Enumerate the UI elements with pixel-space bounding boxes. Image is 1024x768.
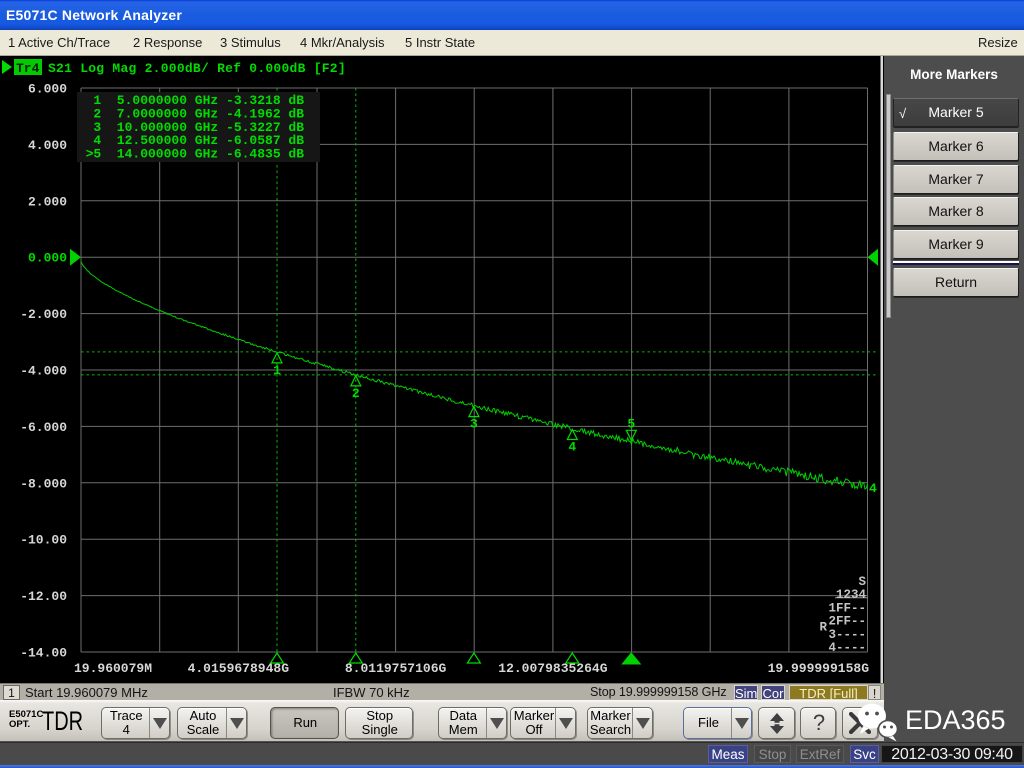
svg-text:4: 4: [568, 440, 576, 455]
svg-text:1FF--: 1FF--: [828, 601, 866, 615]
svg-text:6.000: 6.000: [28, 82, 67, 97]
svg-text:-6.000: -6.000: [20, 420, 67, 435]
svg-text:4----: 4----: [828, 641, 866, 655]
svg-text:3: 3: [470, 417, 478, 432]
svg-text:S21 Log Mag 2.000dB/ Ref 0.000: S21 Log Mag 2.000dB/ Ref 0.000dB [F2]: [48, 61, 346, 76]
svg-text:1: 1: [273, 363, 281, 378]
svg-text:-12.00: -12.00: [20, 589, 67, 604]
svg-text:1234: 1234: [836, 588, 867, 602]
svg-text:4.000: 4.000: [28, 138, 67, 153]
svg-text:2FF--: 2FF--: [828, 615, 866, 629]
svg-text:R: R: [819, 621, 827, 635]
svg-text:>5 14.000000 GHz -6.4835 dB: >5 14.000000 GHz -6.4835 dB: [86, 147, 305, 162]
svg-text:3----: 3----: [828, 628, 866, 642]
svg-text:19.999999158G: 19.999999158G: [768, 661, 870, 676]
svg-text:-10.00: -10.00: [20, 533, 67, 548]
svg-text:2.000: 2.000: [28, 194, 67, 209]
svg-text:-4.000: -4.000: [20, 364, 67, 379]
svg-text:2: 2: [352, 386, 360, 401]
svg-text:0.000: 0.000: [28, 251, 67, 266]
svg-text:12.0079835264G: 12.0079835264G: [498, 661, 607, 676]
svg-text:-14.00: -14.00: [20, 646, 67, 661]
svg-text:Tr4: Tr4: [16, 61, 40, 76]
svg-text:4: 4: [869, 481, 877, 496]
svg-text:19.960079M: 19.960079M: [74, 661, 152, 676]
svg-text:-8.000: -8.000: [20, 476, 67, 491]
svg-text:-2.000: -2.000: [20, 307, 67, 322]
svg-text:S: S: [858, 575, 866, 589]
svg-text:5: 5: [627, 416, 635, 431]
